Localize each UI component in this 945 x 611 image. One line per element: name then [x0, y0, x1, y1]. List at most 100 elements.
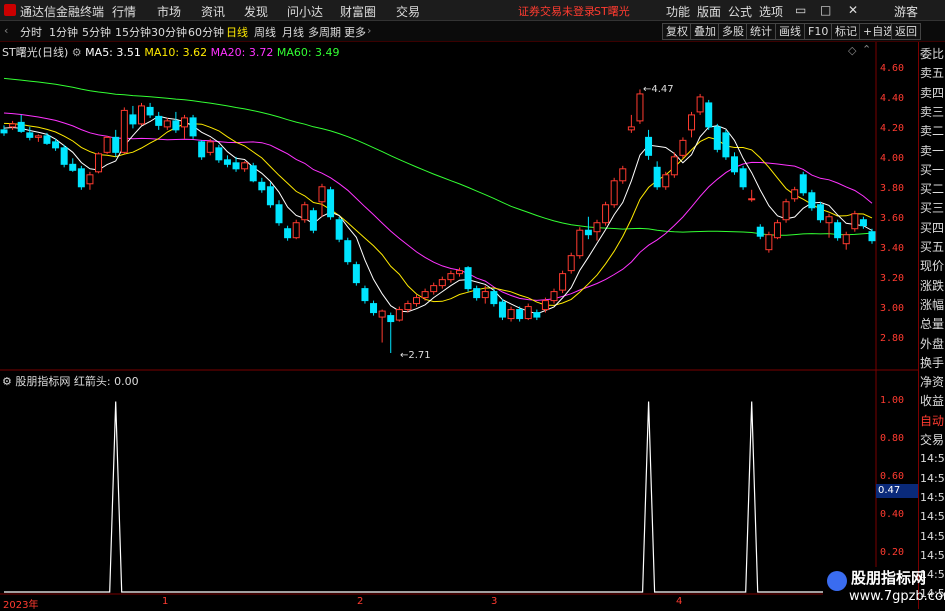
ma10-path	[3, 122, 873, 306]
candle-body	[129, 114, 137, 125]
menu-hangqing[interactable]: 行情	[112, 3, 136, 20]
candle-body	[602, 204, 610, 224]
watermark-logo-icon	[827, 571, 847, 591]
candle-body	[17, 121, 25, 132]
candle-body	[292, 222, 300, 239]
candle-body	[825, 216, 833, 224]
legend-settings-icon[interactable]: ⚙	[72, 46, 82, 59]
mark-button[interactable]: 标记	[831, 23, 861, 40]
quote-panel-item[interactable]: 14:56	[920, 471, 945, 487]
candle-body	[249, 165, 257, 182]
period-multi[interactable]: 多周期	[308, 24, 341, 40]
candle-body	[748, 198, 756, 201]
fuquan-button[interactable]: 复权	[662, 23, 692, 40]
ma60-path	[3, 77, 873, 236]
x-tick-4: 4	[676, 596, 683, 607]
quote-panel-item[interactable]: 外盘	[920, 336, 944, 352]
candle-body	[705, 102, 713, 128]
menu-wenxiaoda[interactable]: 问小达	[287, 3, 323, 20]
candle-body	[189, 117, 197, 137]
period-fenshi[interactable]: 分时	[20, 24, 42, 40]
quote-panel-item[interactable]: 14:56	[920, 548, 945, 564]
collapse-chevron-icon[interactable]: ⌃	[862, 43, 871, 56]
menu-gongneng[interactable]: 功能	[666, 3, 690, 20]
period-30min[interactable]: 30分钟	[151, 24, 187, 40]
overlay-button[interactable]: 叠加	[690, 23, 720, 40]
sub-settings-icon[interactable]: ⚙	[2, 375, 12, 388]
quote-panel-item[interactable]: 买五	[920, 239, 944, 255]
kline-chart[interactable]	[0, 42, 918, 609]
quote-panel-item[interactable]: 卖一	[920, 143, 944, 159]
menu-xuanxiang[interactable]: 选项	[759, 3, 783, 20]
trade-login-notice[interactable]: 证券交易未登录	[518, 3, 595, 19]
quote-panel-item[interactable]: 涨幅	[920, 297, 944, 313]
f10-button[interactable]: F10	[804, 23, 833, 40]
candle-body	[438, 279, 446, 287]
period-60min[interactable]: 60分钟	[188, 24, 224, 40]
quote-panel-item[interactable]: 买一	[920, 162, 944, 178]
quote-panel-item[interactable]: 换手	[920, 355, 944, 371]
ma20-line	[3, 112, 873, 301]
candle-body	[808, 192, 816, 209]
quote-panel-item[interactable]: 现价	[920, 258, 944, 274]
red-arrow-signal-path	[4, 401, 872, 593]
candle-body	[266, 186, 274, 206]
y-tick-main: 4.20	[880, 122, 905, 134]
menu-jiaoyi[interactable]: 交易	[396, 3, 420, 20]
quote-panel-item[interactable]: 卖四	[920, 85, 944, 101]
menu-faxian[interactable]: 发现	[244, 3, 268, 20]
quote-panel-item[interactable]: 涨跌	[920, 278, 944, 294]
close-icon[interactable]: ✕	[848, 3, 858, 17]
period-more[interactable]: 更多	[344, 24, 366, 40]
menu-gongshi[interactable]: 公式	[728, 3, 752, 20]
period-monthly[interactable]: 月线	[282, 24, 304, 40]
period-daily[interactable]: 日线	[226, 24, 248, 40]
quote-panel-item[interactable]: 14:56	[920, 529, 945, 545]
quote-panel-item[interactable]: 收益	[920, 393, 944, 409]
menu-caifuquan[interactable]: 财富圈	[340, 3, 376, 20]
quote-panel-item[interactable]: 买四	[920, 220, 944, 236]
quote-panel-item[interactable]: 买二	[920, 181, 944, 197]
candle-body	[378, 310, 386, 318]
quote-panel-item[interactable]: 卖五	[920, 65, 944, 81]
guest-label[interactable]: 游客	[894, 3, 918, 20]
menu-banmian[interactable]: 版面	[697, 3, 721, 20]
candle-body	[77, 168, 85, 188]
draw-line-button[interactable]: 画线	[775, 23, 805, 40]
restore-icon[interactable]: □	[820, 3, 831, 17]
ma10-line	[3, 122, 873, 306]
y-tick-main: 2.80	[880, 332, 905, 344]
more-chevron-icon[interactable]: ›	[367, 24, 371, 37]
period-5min[interactable]: 5分钟	[82, 24, 111, 40]
quote-panel-item[interactable]: 14:56	[920, 509, 945, 525]
period-1min[interactable]: 1分钟	[49, 24, 78, 40]
y-tick-sub: 0.60	[880, 470, 905, 482]
period-15min[interactable]: 15分钟	[115, 24, 151, 40]
quote-panel-item[interactable]: 卖二	[920, 123, 944, 139]
period-weekly[interactable]: 周线	[254, 24, 276, 40]
quote-panel-item[interactable]: 自动	[920, 413, 944, 429]
diamond-icon[interactable]: ◇	[848, 44, 856, 57]
quote-panel-item[interactable]: 交易	[920, 432, 944, 448]
quote-panel-item[interactable]: 委比	[920, 46, 944, 62]
high-price-label: ←4.47	[643, 84, 674, 95]
quote-panel-item[interactable]: 买三	[920, 200, 944, 216]
back-button[interactable]: 返回	[891, 23, 921, 40]
quote-panel-item[interactable]: 卖三	[920, 104, 944, 120]
quote-panel-item[interactable]: 总量	[920, 316, 944, 332]
candle-body	[567, 255, 575, 272]
menu-zixun[interactable]: 资讯	[201, 3, 225, 20]
legend-ma10: MA10: 3.62	[144, 46, 208, 59]
statistics-button[interactable]: 统计	[746, 23, 776, 40]
menu-shichang[interactable]: 市场	[157, 3, 181, 20]
toolbar-back-icon[interactable]: ‹	[4, 24, 8, 37]
y-tick-main: 3.80	[880, 182, 905, 194]
multi-stock-button[interactable]: 多股	[718, 23, 748, 40]
y-tick-main: 4.40	[880, 92, 905, 104]
quote-panel-item[interactable]: 净资	[920, 374, 944, 390]
quote-panel-item[interactable]: 14:56	[920, 490, 945, 506]
quote-panel-item[interactable]: 14:56	[920, 451, 945, 467]
legend-ma60: MA60: 3.49	[276, 46, 340, 59]
minimize-icon[interactable]: ▭	[795, 3, 806, 17]
candle-body	[138, 105, 146, 125]
